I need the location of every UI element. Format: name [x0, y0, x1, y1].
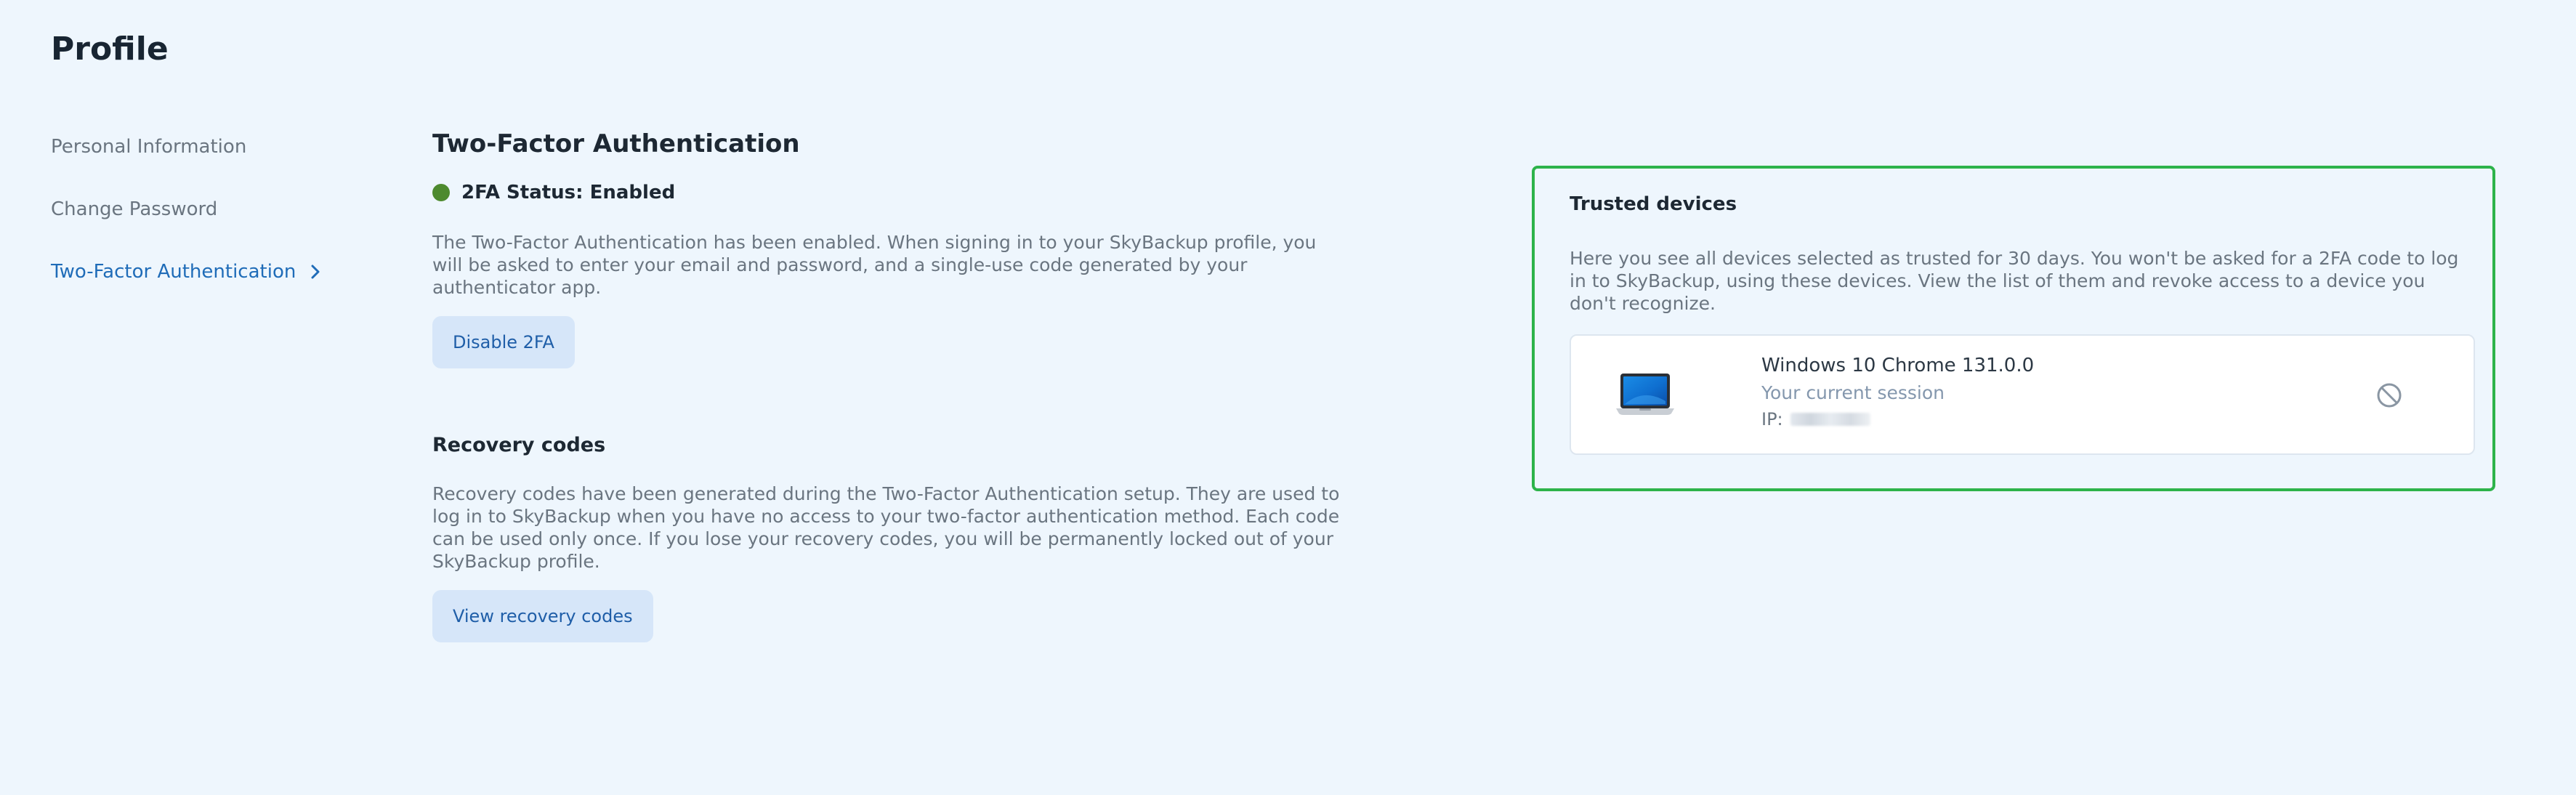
trusted-devices-panel: Trusted devices Here you see all devices…	[1532, 166, 2495, 491]
page-title: Profile	[51, 31, 169, 68]
trusted-devices-description: Here you see all devices selected as tru…	[1570, 248, 2459, 314]
twofa-status: 2FA Status: Enabled	[432, 182, 1348, 203]
device-ip: IP:	[1761, 409, 2034, 429]
view-recovery-codes-button[interactable]: View recovery codes	[432, 590, 653, 642]
sidebar: Personal Information Change Password Two…	[51, 131, 356, 318]
recovery-codes-title: Recovery codes	[432, 434, 606, 456]
sidebar-item-label: Personal Information	[51, 136, 247, 158]
device-ip-label: IP:	[1761, 409, 1783, 429]
sidebar-item-label: Change Password	[51, 198, 218, 220]
ip-redacted	[1790, 413, 1870, 426]
section-title: Two-Factor Authentication	[432, 129, 800, 158]
trusted-devices-title: Trusted devices	[1570, 193, 1737, 215]
disable-2fa-button[interactable]: Disable 2FA	[432, 316, 575, 368]
device-card: Windows 10 Chrome 131.0.0 Your current s…	[1570, 334, 2475, 455]
status-label: 2FA Status: Enabled	[461, 182, 676, 203]
chevron-right-icon	[311, 265, 320, 279]
twofa-description: The Two-Factor Authentication has been e…	[432, 232, 1317, 298]
two-factor-section: Two-Factor Authentication 2FA Status: En…	[432, 129, 1348, 642]
recovery-codes-description: Recovery codes have been generated durin…	[432, 483, 1340, 572]
profile-page: Profile Personal Information Change Pass…	[0, 0, 2576, 795]
sidebar-item-change-password[interactable]: Change Password	[51, 193, 356, 225]
status-dot-icon	[432, 184, 450, 201]
device-session: Your current session	[1761, 382, 1945, 403]
sidebar-item-label: Two-Factor Authentication	[51, 261, 296, 283]
device-info: Windows 10 Chrome 131.0.0 Your current s…	[1761, 355, 2034, 429]
device-name: Windows 10 Chrome 131.0.0	[1761, 355, 2035, 376]
laptop-icon	[1616, 374, 1674, 415]
block-icon[interactable]	[2375, 381, 2404, 410]
sidebar-item-personal-information[interactable]: Personal Information	[51, 131, 356, 163]
sidebar-item-two-factor-authentication[interactable]: Two-Factor Authentication	[51, 256, 356, 288]
